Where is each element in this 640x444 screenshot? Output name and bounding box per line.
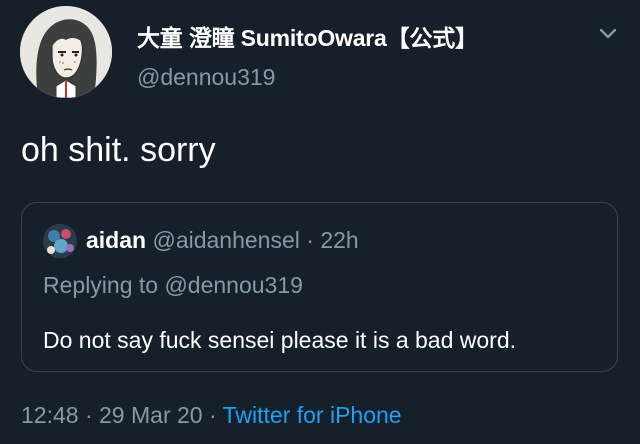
- avatar-illustration-icon: [20, 6, 112, 98]
- footer-separator: ·: [84, 402, 93, 428]
- quoted-tweet-card[interactable]: aidan @aidanhensel · 22h Replying to @de…: [21, 202, 618, 372]
- quoted-avatar[interactable]: [43, 224, 77, 258]
- avatar[interactable]: [20, 6, 112, 98]
- quoted-text: Do not say fuck sensei please it is a ba…: [43, 327, 517, 353]
- quoted-name[interactable]: aidan: [86, 227, 146, 253]
- quoted-header: aidan @aidanhensel · 22h: [86, 227, 359, 254]
- tweet-time[interactable]: 12:48: [21, 402, 79, 428]
- author-display-name[interactable]: 大童 澄瞳 SumitoOwara【公式】: [137, 19, 478, 53]
- replying-to-label[interactable]: Replying to @dennou319: [43, 272, 303, 299]
- chevron-down-icon[interactable]: [596, 24, 620, 44]
- tweet-source-link[interactable]: Twitter for iPhone: [223, 402, 402, 428]
- footer-separator: ·: [208, 402, 217, 428]
- author-handle[interactable]: @dennou319: [137, 64, 275, 91]
- quoted-age: 22h: [320, 227, 359, 253]
- quoted-handle[interactable]: @aidanhensel: [152, 227, 299, 253]
- quoted-avatar-icon: [43, 224, 77, 258]
- tweet-date[interactable]: 29 Mar 20: [99, 402, 203, 428]
- quoted-separator: ·: [306, 227, 314, 253]
- tweet: 大童 澄瞳 SumitoOwara【公式】 @dennou319 oh shit…: [0, 0, 640, 444]
- tweet-footer: 12:48 · 29 Mar 20 · Twitter for iPhone: [21, 402, 402, 429]
- tweet-text: oh shit. sorry: [21, 131, 216, 169]
